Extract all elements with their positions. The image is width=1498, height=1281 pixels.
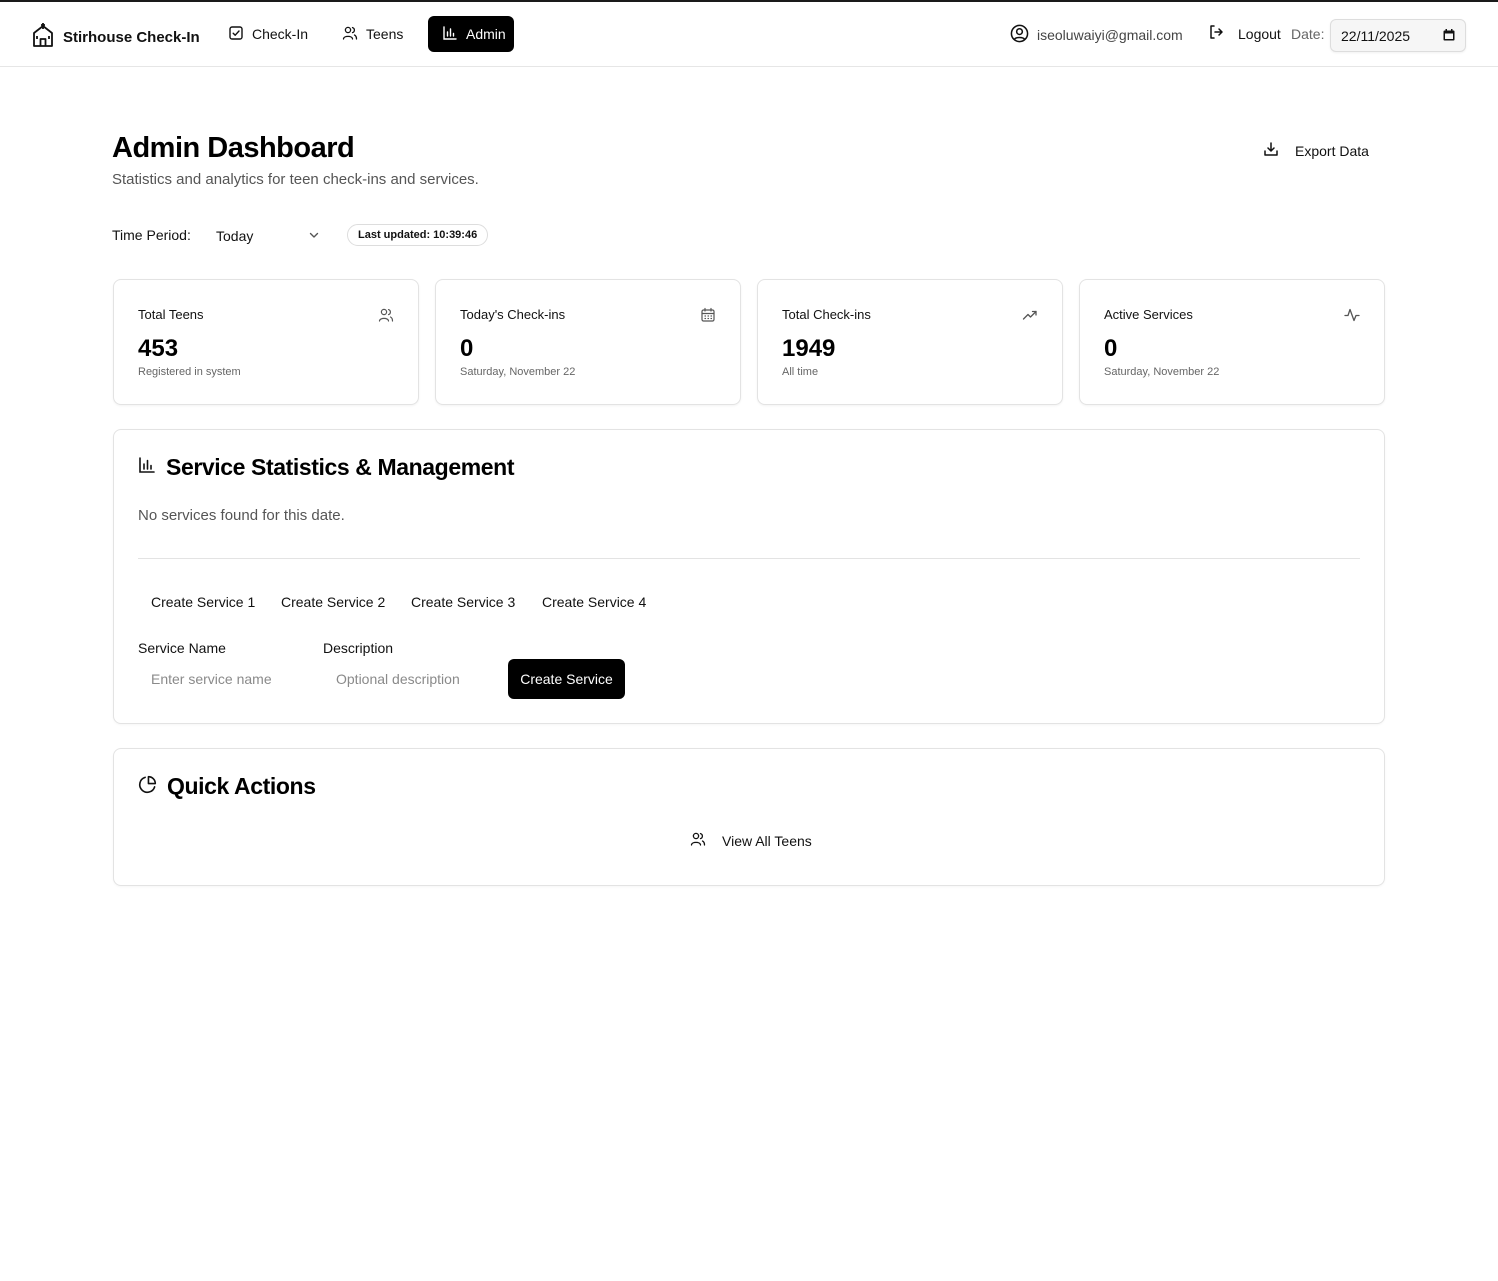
logout-button[interactable]: Logout [1208, 24, 1281, 43]
stat-value: 1949 [782, 335, 836, 362]
users-icon [342, 25, 358, 44]
calendar-picker-icon[interactable] [1443, 28, 1455, 44]
tab-check-in-label: Check-In [252, 26, 309, 42]
stat-title: Today's Check-ins [460, 307, 566, 322]
description-label: Description [323, 640, 394, 656]
users-icon [690, 831, 706, 850]
quick-actions-panel: Quick Actions View All Teens [113, 748, 1385, 886]
church-building-icon [31, 22, 55, 53]
activity-icon [1344, 307, 1360, 323]
date-value: 22/11/2025 [1341, 27, 1411, 44]
tab-create-service-4[interactable]: Create Service 4 [542, 590, 646, 614]
bar-chart-icon [138, 456, 156, 479]
stat-card-total-check-ins: Total Check-ins 1949 All time [757, 279, 1063, 405]
brand[interactable]: Stirhouse Check-In [31, 22, 200, 53]
tab-admin[interactable]: Admin [428, 16, 514, 52]
chevron-down-icon [308, 228, 320, 244]
pie-chart-icon [138, 775, 157, 799]
download-icon [1263, 141, 1279, 160]
logout-icon [1208, 24, 1224, 43]
create-service-button[interactable]: Create Service [508, 659, 625, 699]
page-title: Admin Dashboard [112, 132, 355, 164]
tab-teens[interactable]: Teens [328, 16, 417, 52]
trending-up-icon [1022, 307, 1038, 323]
tab-create-service-2[interactable]: Create Service 2 [281, 590, 385, 614]
stat-subtitle: All time [782, 366, 819, 378]
stat-title: Total Teens [138, 307, 204, 322]
view-all-teens-button[interactable]: View All Teens [690, 831, 812, 850]
quick-actions-header: Quick Actions [138, 773, 316, 800]
user-email: iseoluwaiyi@gmail.com [1037, 27, 1183, 43]
divider [138, 558, 1360, 559]
service-statistics-panel: Service Statistics & Management No servi… [113, 429, 1385, 724]
stat-value: 453 [138, 335, 179, 362]
description-input[interactable] [323, 668, 498, 690]
service-name-label: Service Name [138, 640, 226, 656]
date-picker-input[interactable]: 22/11/2025 [1330, 19, 1466, 52]
time-period-value: Today [216, 228, 254, 244]
tab-check-in[interactable]: Check-In [214, 16, 322, 52]
top-navigation-bar: Stirhouse Check-In Check-In Teens Admin … [0, 2, 1498, 67]
tab-admin-label: Admin [466, 26, 506, 42]
calendar-icon [700, 307, 716, 323]
service-statistics-header: Service Statistics & Management [138, 454, 514, 481]
time-period-select[interactable]: Today [216, 225, 320, 247]
date-label: Date: [1291, 26, 1325, 42]
stat-subtitle: Saturday, November 22 [460, 366, 576, 378]
stat-card-total-teens: Total Teens 453 Registered in system [113, 279, 419, 405]
bar-chart-icon [442, 25, 458, 44]
stat-title: Total Check-ins [782, 307, 871, 322]
user-account[interactable]: iseoluwaiyi@gmail.com [1010, 24, 1183, 46]
service-statistics-title: Service Statistics & Management [166, 454, 515, 480]
page-subtitle: Statistics and analytics for teen check-… [112, 171, 479, 188]
stat-subtitle: Saturday, November 22 [1104, 366, 1220, 378]
stat-card-active-services: Active Services 0 Saturday, November 22 [1079, 279, 1385, 405]
users-icon [378, 307, 394, 323]
check-square-icon [228, 25, 244, 44]
stat-title: Active Services [1104, 307, 1193, 322]
last-updated-badge: Last updated: 10:39:46 [347, 224, 489, 246]
no-services-message: No services found for this date. [138, 507, 345, 524]
stat-subtitle: Registered in system [138, 366, 241, 378]
stat-value: 0 [1104, 335, 1118, 362]
export-data-label: Export Data [1295, 142, 1369, 159]
tab-create-service-3[interactable]: Create Service 3 [411, 590, 515, 614]
logout-label: Logout [1238, 25, 1281, 42]
view-all-teens-label: View All Teens [722, 832, 812, 849]
service-name-input[interactable] [138, 668, 308, 690]
user-circle-icon [1010, 24, 1029, 46]
stat-value: 0 [460, 335, 474, 362]
brand-name: Stirhouse Check-In [63, 29, 200, 46]
tab-create-service-1[interactable]: Create Service 1 [151, 590, 255, 614]
tab-teens-label: Teens [366, 26, 404, 42]
quick-actions-title: Quick Actions [167, 773, 316, 799]
export-data-button[interactable]: Export Data [1263, 141, 1369, 160]
time-period-label: Time Period: [112, 227, 191, 243]
stat-card-todays-check-ins: Today's Check-ins 0 Saturday, November 2… [435, 279, 741, 405]
